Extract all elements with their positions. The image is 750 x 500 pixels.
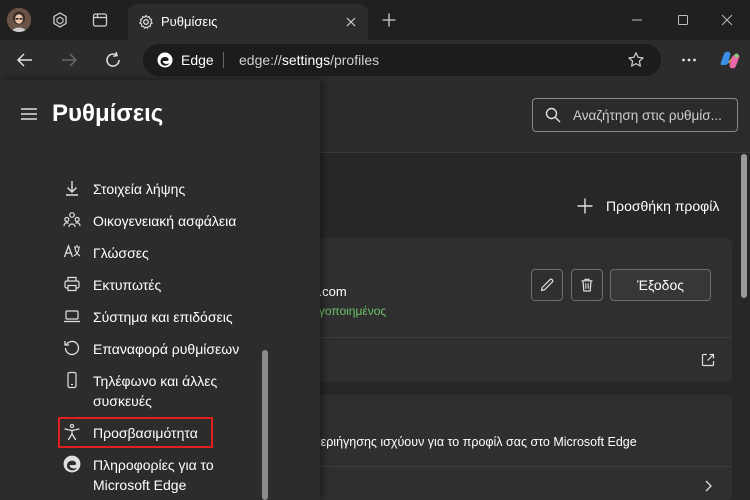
reset-icon [64, 340, 80, 356]
profile-preferences-card: περιήγησης ισχύουν για το προφίλ σας στο… [312, 395, 732, 500]
minimize-button[interactable] [614, 6, 660, 34]
sidebar-item-printers[interactable]: Εκτυπωτές [60, 270, 280, 298]
title-bar: Ρυθμίσεις [0, 0, 750, 40]
url-suffix: /profiles [330, 52, 380, 68]
sidebar-item-label: Επαναφορά ρυθμίσεων [93, 341, 240, 357]
refresh-button[interactable] [100, 47, 126, 73]
sidebar-item-label-line1: Τηλέφωνο και άλλες [93, 373, 218, 389]
tab-actions-icon [92, 13, 108, 27]
sidebar-item-label: Οικογενειακή ασφάλεια [93, 213, 237, 229]
sidebar-item-label: Στοιχεία λήψης [93, 181, 186, 197]
printer-icon [64, 276, 80, 292]
page-scrollbar[interactable] [741, 154, 747, 298]
sidebar-item-system-performance[interactable]: Σύστημα και επιδόσεις [60, 302, 280, 330]
refresh-icon [106, 51, 120, 67]
trash-icon [581, 278, 593, 292]
chevron-right-icon[interactable] [702, 480, 714, 492]
sidebar-item-label: Σύστημα και επιδόσεις [93, 309, 233, 325]
profile-card: k.com ργοποιημένος Έξοδος [312, 238, 732, 382]
sidebar-item-label: Γλώσσες [93, 245, 149, 261]
sidebar-item-label-line1: Πληροφορίες για το [93, 457, 214, 473]
sidebar-item-label: Εκτυπωτές [93, 277, 162, 293]
navigation-bar: Edge edge://settings/profiles [0, 40, 750, 80]
profile-preferences-text: περιήγησης ισχύουν για το προφίλ σας στο… [312, 435, 637, 449]
arrow-left-icon [16, 53, 32, 67]
sidebar-item-label: Πληροφορίες για το Microsoft Edge [93, 455, 214, 495]
tab-title: Ρυθμίσεις [161, 14, 218, 29]
drawer-title: Ρυθμίσεις [52, 100, 164, 127]
phone-icon [67, 371, 77, 389]
close-icon [721, 14, 733, 26]
pencil-icon [540, 278, 554, 292]
address-divider [223, 52, 224, 68]
sidebar-item-about-edge[interactable]: Πληροφορίες για το Microsoft Edge [60, 450, 280, 494]
sidebar-item-phone-devices[interactable]: Τηλέφωνο και άλλες συσκευές [60, 366, 280, 410]
delete-profile-button[interactable] [571, 269, 603, 301]
new-tab-button[interactable] [378, 9, 400, 31]
sidebar-item-label-line2: συσκευές [93, 393, 152, 409]
card-divider [312, 466, 732, 467]
sidebar-item-languages[interactable]: Γλώσσες [60, 238, 280, 266]
forward-button[interactable] [56, 47, 82, 73]
settings-search-input[interactable] [573, 99, 735, 131]
edge-logo-icon [63, 455, 81, 473]
sidebar-item-label: Τηλέφωνο και άλλες συσκευές [93, 371, 217, 411]
add-profile-button[interactable]: Προσθήκη προφίλ [576, 197, 719, 215]
search-icon [545, 107, 561, 123]
sign-out-button[interactable]: Έξοδος [610, 269, 711, 301]
workspaces-button[interactable] [48, 8, 72, 32]
copilot-button[interactable] [717, 47, 743, 73]
favorite-star-icon[interactable] [627, 51, 645, 69]
accessibility-highlight-box [58, 417, 213, 448]
ellipsis-icon [682, 58, 696, 62]
address-bar[interactable]: Edge edge://settings/profiles [143, 44, 661, 76]
url-main: settings [281, 52, 331, 68]
tab-close-button[interactable] [342, 13, 360, 31]
sidebar-item-family-safety[interactable]: Οικογενειακή ασφάλεια [60, 206, 280, 234]
sync-status: ργοποιημένος [312, 304, 387, 318]
settings-side-drawer: Ρυθμίσεις Στοιχεία λήψης Οικογενειακή ασ… [0, 80, 320, 500]
close-icon [346, 17, 356, 27]
drawer-scrollbar[interactable] [262, 350, 268, 500]
more-options-button[interactable] [676, 47, 702, 73]
back-button[interactable] [12, 47, 38, 73]
url-text: edge://settings/profiles [239, 52, 379, 68]
plus-icon [577, 198, 593, 214]
download-icon [66, 181, 78, 196]
site-label: Edge [181, 52, 214, 68]
window-close-button[interactable] [704, 6, 750, 34]
sidebar-item-reset-settings[interactable]: Επαναφορά ρυθμίσεων [60, 334, 280, 362]
hamburger-menu-icon[interactable] [20, 106, 38, 122]
card-divider [312, 337, 732, 338]
minimize-icon [632, 19, 642, 21]
edge-logo-icon [157, 52, 173, 68]
url-prefix: edge:// [239, 52, 282, 68]
tab-settings[interactable]: Ρυθμίσεις [128, 4, 368, 40]
family-icon [63, 212, 81, 228]
arrow-right-icon [62, 53, 78, 67]
sidebar-item-downloads[interactable]: Στοιχεία λήψης [60, 174, 280, 202]
copilot-icon [720, 51, 740, 69]
plus-icon [382, 13, 396, 27]
edit-profile-button[interactable] [531, 269, 563, 301]
profile-avatar[interactable] [7, 8, 31, 32]
laptop-icon [64, 310, 80, 323]
sidebar-item-label-line2: Microsoft Edge [93, 477, 187, 493]
maximize-icon [678, 15, 688, 25]
gear-icon [139, 14, 153, 29]
settings-search-box[interactable] [532, 98, 738, 132]
languages-icon [63, 244, 81, 258]
tab-actions-button[interactable] [88, 8, 112, 32]
external-link-icon[interactable] [700, 352, 716, 368]
maximize-button[interactable] [660, 6, 706, 34]
workspaces-icon [53, 12, 67, 28]
add-profile-label: Προσθήκη προφίλ [606, 198, 720, 214]
